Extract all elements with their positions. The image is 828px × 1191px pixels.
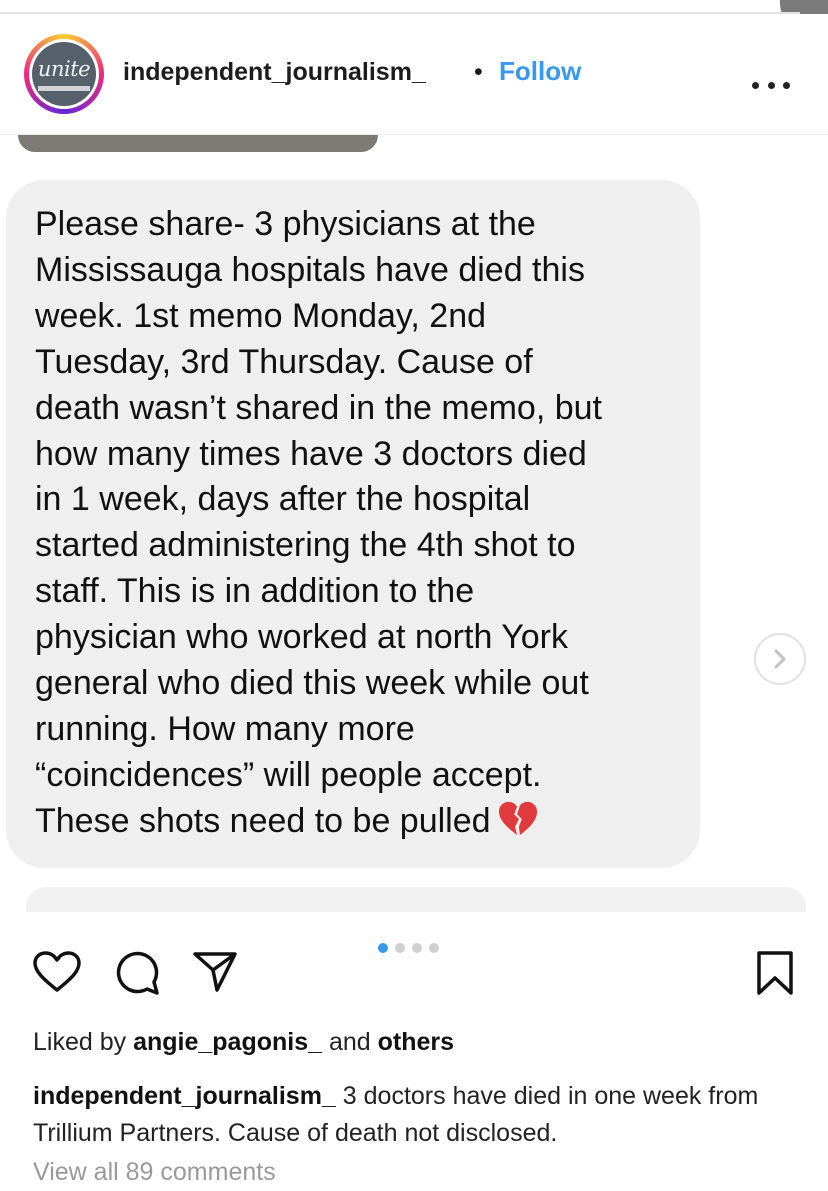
message-line: “coincidences” will people accept. xyxy=(35,755,542,794)
liked-others-link[interactable]: others xyxy=(378,1028,454,1056)
previous-image-edge xyxy=(18,135,378,152)
carousel-dot xyxy=(429,943,439,953)
message-line: physician who worked at north York xyxy=(35,618,568,657)
avatar[interactable]: unite xyxy=(24,34,104,114)
message-line: started administering the 4th shot to xyxy=(35,526,576,565)
avatar-logo-text: unite xyxy=(37,57,91,81)
comment-icon[interactable] xyxy=(113,949,161,997)
chevron-right-icon xyxy=(774,649,786,669)
message-line: Mississauga hospitals have died this xyxy=(35,250,585,289)
message-line: week. 1st memo Monday, 2nd xyxy=(35,296,487,335)
post-caption: independent_journalism_ 3 doctors have d… xyxy=(33,1078,813,1152)
message-line: general who died this week while out xyxy=(35,664,589,703)
liked-by-line: Liked by angie_pagonis_ and others xyxy=(33,1028,454,1057)
follow-button[interactable]: Follow xyxy=(499,56,581,87)
message-line: running. How many more xyxy=(35,709,415,748)
share-icon[interactable] xyxy=(191,950,239,994)
post-actions: Liked by angie_pagonis_ and others indep… xyxy=(0,912,828,1191)
header-separator: • xyxy=(474,58,483,86)
carousel-next-button[interactable] xyxy=(754,633,806,685)
view-all-comments-link[interactable]: View all 89 comments xyxy=(33,1158,276,1187)
message-line: death wasn’t shared in the memo, but xyxy=(35,388,602,427)
liked-user-link[interactable]: angie_pagonis_ xyxy=(133,1028,322,1056)
liked-prefix: Liked by xyxy=(33,1028,127,1056)
header-username[interactable]: independent_journalism_ xyxy=(123,58,426,87)
message-line: how many times have 3 doctors died xyxy=(35,434,587,473)
message-line: Please share- 3 physicians at the xyxy=(35,205,536,243)
more-options-icon[interactable] xyxy=(752,82,790,90)
message-line: staff. This is in addition to the xyxy=(35,572,475,611)
message-bubble: Please share- 3 physicians at the Mississ… xyxy=(6,180,700,868)
caption-username[interactable]: independent_journalism_ xyxy=(33,1082,336,1110)
message-line: in 1 week, days after the hospital xyxy=(35,480,531,519)
carousel-dot xyxy=(378,943,388,953)
carousel-dot xyxy=(395,943,405,953)
carousel-indicator xyxy=(378,943,439,953)
broken-heart-icon xyxy=(498,801,537,835)
post-header: unite independent_journalism_ • Follow xyxy=(0,14,828,135)
message-text: Please share- 3 physicians at the Mississ… xyxy=(35,202,685,845)
post-media: Please share- 3 physicians at the Mississ… xyxy=(0,135,828,927)
liked-joiner: and xyxy=(328,1028,371,1056)
carousel-dot xyxy=(412,943,422,953)
message-line: Tuesday, 3rd Thursday. Cause of xyxy=(35,342,533,381)
avatar-logo-subtext xyxy=(38,86,90,91)
message-line: These shots need to be pulled xyxy=(35,799,685,845)
heart-icon[interactable] xyxy=(32,950,82,994)
avatar-image: unite xyxy=(32,42,96,106)
bookmark-icon[interactable] xyxy=(755,950,795,996)
